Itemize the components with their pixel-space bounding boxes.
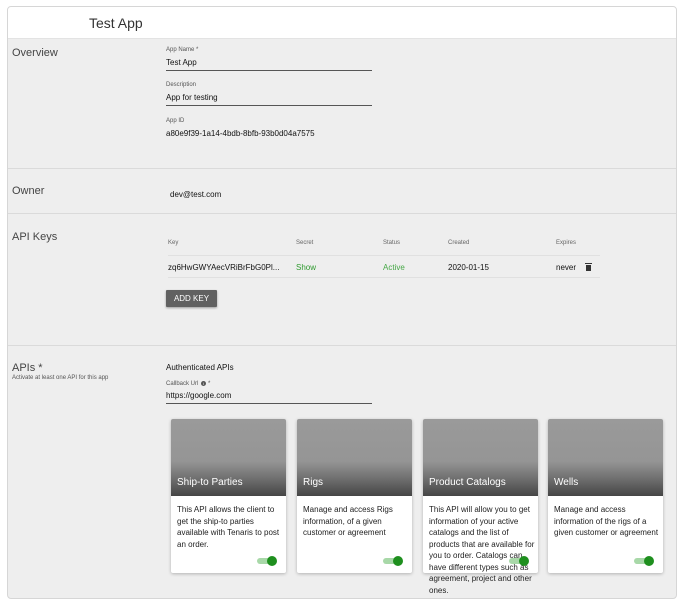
trash-icon[interactable] xyxy=(585,263,592,271)
card-description: Manage and access information of the rig… xyxy=(554,505,659,537)
top-bar: Test App xyxy=(8,7,676,39)
status-badge: Active xyxy=(383,263,405,272)
owner-email: dev@test.com xyxy=(170,190,222,199)
column-header-created: Created xyxy=(448,240,470,246)
description-input[interactable]: App for testing xyxy=(166,93,218,102)
app-id-value: a80e9f39-1a14-4bdb-8bfb-93b0d04a7575 xyxy=(166,129,315,138)
authenticated-apis-title: Authenticated APIs xyxy=(166,363,234,372)
table-row-separator xyxy=(168,277,600,278)
toggle-knob xyxy=(644,556,654,566)
info-icon[interactable]: i xyxy=(201,381,206,386)
card-title: Wells xyxy=(554,477,579,488)
column-header-key: Key xyxy=(168,240,179,246)
toggle-knob xyxy=(267,556,277,566)
divider xyxy=(8,168,676,169)
description-underline xyxy=(166,105,372,106)
callback-url-underline xyxy=(166,403,372,404)
owner-section-title: Owner xyxy=(12,185,45,197)
column-header-status: Status xyxy=(383,240,401,246)
overview-section-title: Overview xyxy=(12,47,58,59)
app-name-input[interactable]: Test App xyxy=(166,58,197,67)
enable-toggle[interactable] xyxy=(634,556,654,566)
api-card-ship-to-parties[interactable]: Ship-to Parties This API allows the clie… xyxy=(171,419,286,573)
app-id-label: App ID xyxy=(166,118,185,124)
column-header-expires: Expires xyxy=(556,240,577,246)
api-keys-section-title: API Keys xyxy=(12,231,58,243)
page-title: Test App xyxy=(89,15,143,31)
callback-url-input[interactable]: https://google.com xyxy=(166,391,231,400)
show-secret-link[interactable]: Show xyxy=(296,263,316,272)
apis-section-subtitle: Activate at least one API for this app xyxy=(12,375,109,381)
callback-url-label: Callback Url xyxy=(166,381,199,387)
callback-url-required-mark: * xyxy=(208,381,211,387)
api-card-product-catalogs[interactable]: Product Catalogs This API will allow you… xyxy=(423,419,538,595)
table-row-separator xyxy=(168,255,600,256)
column-header-secret: Secret xyxy=(296,240,314,246)
card-description: This API allows the client to get the sh… xyxy=(177,505,280,549)
api-key-value: zq6HwGWYAecVRiBrFbG0Pl... xyxy=(168,263,280,272)
enable-toggle[interactable] xyxy=(383,556,403,566)
divider xyxy=(8,345,676,346)
card-title: Product Catalogs xyxy=(429,477,506,488)
add-key-button[interactable]: ADD KEY xyxy=(166,290,217,307)
expires-value: never xyxy=(556,263,577,272)
divider xyxy=(8,213,676,214)
toggle-knob xyxy=(393,556,403,566)
app-window: Test App Overview App Name * Test App De… xyxy=(7,6,677,599)
api-card-wells[interactable]: Wells Manage and access information of t… xyxy=(548,419,663,573)
card-title: Ship-to Parties xyxy=(177,477,243,488)
enable-toggle[interactable] xyxy=(257,556,277,566)
enable-toggle[interactable] xyxy=(509,556,529,566)
description-label: Description xyxy=(166,82,197,88)
toggle-knob xyxy=(519,556,529,566)
app-name-underline xyxy=(166,70,372,71)
card-title: Rigs xyxy=(303,477,324,488)
card-description: This API will allow you to get informati… xyxy=(429,505,535,595)
app-name-label: App Name * xyxy=(166,47,199,53)
apis-section-title: APIs * xyxy=(12,362,43,374)
created-date: 2020-01-15 xyxy=(448,263,489,272)
card-description: Manage and access Rigs information, of a… xyxy=(303,505,393,537)
api-card-rigs[interactable]: Rigs Manage and access Rigs information,… xyxy=(297,419,412,573)
